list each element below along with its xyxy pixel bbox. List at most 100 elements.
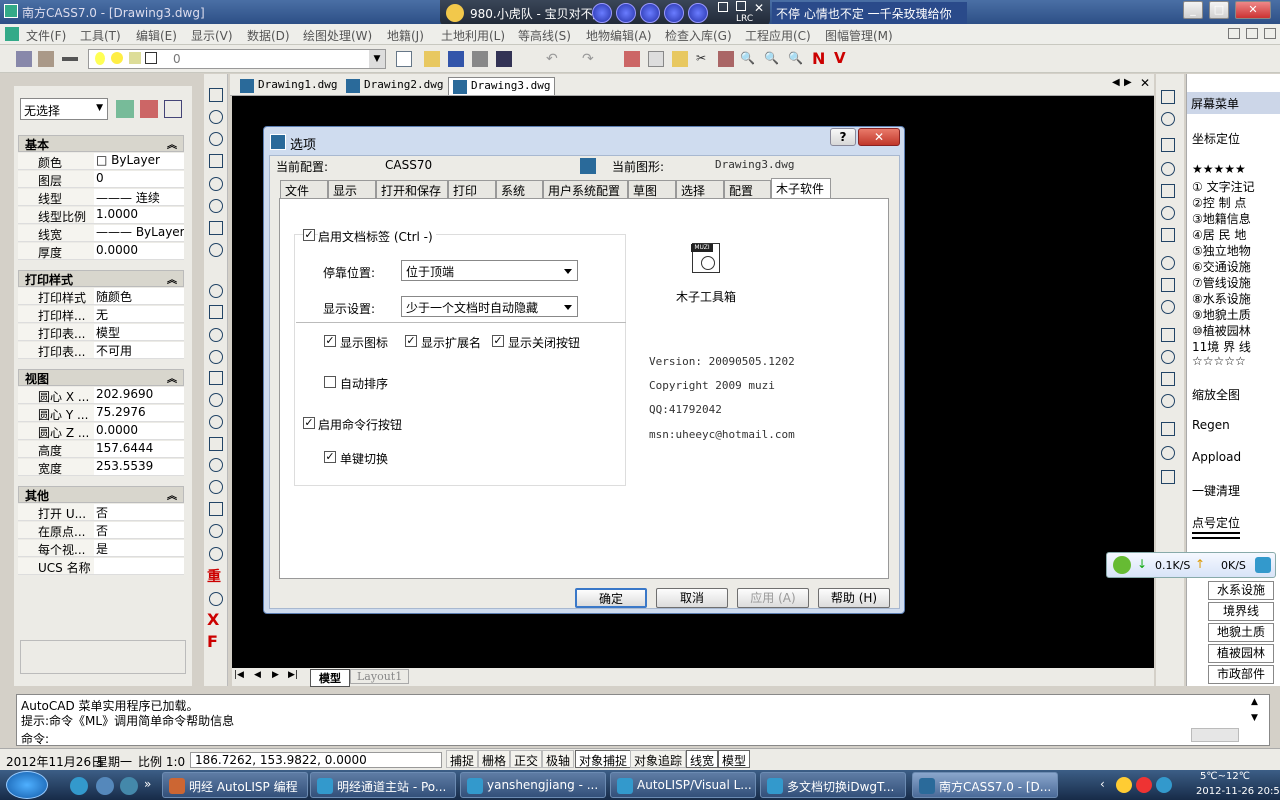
right-tool-icon[interactable] [1159,420,1177,438]
extend-tool-icon[interactable] [207,435,225,453]
zoom-window-icon[interactable]: 🔍 [764,51,780,67]
layer-dropdown-arrow-icon[interactable]: ▼ [369,50,385,68]
collapse-chevron-icon[interactable]: ︽ [167,136,177,151]
screen-menu-item[interactable]: Regen [1192,418,1230,432]
mirror-tool-icon[interactable] [207,326,225,344]
screen-menu-box[interactable]: 水系设施 [1208,581,1274,600]
brush-tool-icon[interactable] [207,545,225,563]
prop-value[interactable]: □ ByLayer [94,153,184,169]
prop-row[interactable]: 线型 ——— 连续 [18,189,184,206]
region-tool-icon[interactable] [207,219,225,237]
show-close-button-checkbox[interactable]: ✓ [492,335,504,347]
right-tool-icon[interactable] [1159,370,1177,388]
doc-tab-drawing3[interactable]: Drawing3.dwg [448,77,556,95]
doc-close-icon[interactable] [1264,28,1276,39]
menu-view[interactable]: 显示(V) [191,27,233,44]
pan-icon[interactable] [718,51,734,67]
prop-value[interactable]: 否 [94,522,184,538]
right-tool-icon[interactable] [1159,226,1177,244]
quick-select-icon[interactable] [116,100,134,118]
pencil-tool-icon[interactable] [207,282,225,300]
prop-value[interactable]: 随颜色 [94,288,184,304]
tray-app-icon[interactable] [1136,777,1152,793]
status-toggle-button[interactable]: 捕捉 [446,750,479,768]
screen-menu-box[interactable]: 地貌土质 [1208,623,1274,642]
copy-tool-icon[interactable] [207,303,225,321]
status-toggle-button[interactable]: 线宽 [686,750,719,768]
prop-value[interactable]: 0 [94,171,184,187]
next-button[interactable] [664,3,684,23]
options-tab[interactable]: 草图 [628,180,676,198]
prop-section-header[interactable]: 基本 ︽ [18,135,184,152]
screen-menu-item[interactable]: ③地籍信息 [1192,210,1251,227]
screen-menu-item[interactable]: 点号定位 [1192,514,1240,531]
music-player[interactable]: 980.小虎队 - 宝贝对不起 LRC ✕ [440,0,770,26]
rectangle-tool-icon[interactable] [207,152,225,170]
tab-close-icon[interactable]: ✕ [1140,76,1150,90]
cancel-button[interactable]: 取消 [656,588,728,608]
prop-value[interactable]: 75.2976 [94,405,184,421]
copy-icon[interactable] [648,51,664,67]
v-command-icon[interactable]: V [834,49,850,67]
close-button[interactable]: ✕ [1235,1,1271,19]
quicklaunch-more-icon[interactable]: » [144,777,151,791]
screen-menu-item[interactable]: ④居 民 地 [1192,226,1246,243]
zoom-realtime-icon[interactable]: 🔍 [740,51,756,67]
prop-value[interactable]: 0.0000 [94,423,184,439]
stretch-tool-icon[interactable] [207,456,225,474]
layout-prev-icon[interactable]: ◀ [254,670,261,680]
doc-tab-drawing2[interactable]: Drawing2.dwg [342,77,447,95]
dock-position-dropdown[interactable]: 位于顶端 [401,260,578,281]
toggle-pickadd-icon[interactable] [164,100,182,118]
prop-row[interactable]: 宽度 253.5539 [18,459,184,476]
select-objects-icon[interactable] [140,100,158,118]
enable-doc-tabs-checkbox[interactable]: ✓ [303,229,315,241]
tray-qq-icon[interactable] [1116,777,1132,793]
print-icon[interactable] [472,51,488,67]
break-tool-icon[interactable] [207,478,225,496]
options-tab[interactable]: 用户系统配置 [543,180,628,198]
lineweight-icon[interactable] [62,57,78,61]
apply-button[interactable]: 应用 (A) [737,588,809,608]
prop-value[interactable]: 不可用 [94,342,184,358]
screen-menu-box[interactable]: 市政部件 [1208,665,1274,684]
quicklaunch-icon[interactable] [120,777,138,795]
prop-row[interactable]: 在原点... 否 [18,522,184,539]
prop-section-header[interactable]: 视图 ︽ [18,369,184,386]
doc-tab-drawing1[interactable]: Drawing1.dwg [236,77,341,95]
dialog-close-button[interactable]: ✕ [858,128,900,146]
status-toggle-button[interactable]: 对象捕捉 [575,750,632,768]
player-restore-icon[interactable] [736,1,746,11]
maximize-button[interactable]: □ [1209,1,1229,19]
player-close-icon[interactable]: ✕ [754,1,764,15]
command-scroll-up-icon[interactable]: ▲ [1251,697,1258,707]
menu-file[interactable]: 文件(F) [26,27,66,44]
explode-tool-icon[interactable] [207,522,225,540]
previous-button[interactable] [616,3,636,23]
prop-row[interactable]: 厚度 0.0000 [18,243,184,260]
menu-land-use[interactable]: 土地利用(L) [441,27,505,44]
prop-value[interactable]: 253.5539 [94,459,184,475]
tab-scroll-left-icon[interactable]: ◀ [1112,77,1120,88]
prop-value[interactable]: ——— ByLayer [94,225,184,241]
screen-menu-item[interactable]: ⑦管线设施 [1192,274,1251,291]
browser-icon[interactable] [1255,557,1271,573]
undo-icon[interactable]: ↶ [546,51,562,67]
screen-menu-box[interactable]: 境界线 [1208,602,1274,621]
prop-row[interactable]: 打印表... 不可用 [18,342,184,359]
offset-tool-icon[interactable] [207,348,225,366]
menu-contour[interactable]: 等高线(S) [518,27,571,44]
dialog-help-button[interactable]: ? [830,128,856,146]
enable-cmd-button-checkbox[interactable]: ✓ [303,417,315,429]
right-tool-icon[interactable] [1159,182,1177,200]
move-tool-icon[interactable] [207,391,225,409]
taskbar-task[interactable]: 明经 AutoLISP 编程 [162,772,308,798]
right-tool-icon[interactable] [1159,254,1177,272]
prop-row[interactable]: 线宽 ——— ByLayer [18,225,184,242]
right-tool-icon[interactable] [1159,110,1177,128]
prop-row[interactable]: 高度 157.6444 [18,441,184,458]
screen-menu-item[interactable]: ★★★★★ [1192,162,1246,176]
right-tool-icon[interactable] [1159,444,1177,462]
prop-value[interactable]: 模型 [94,324,184,340]
taskbar-task[interactable]: yanshengjiang - ... [460,772,606,798]
